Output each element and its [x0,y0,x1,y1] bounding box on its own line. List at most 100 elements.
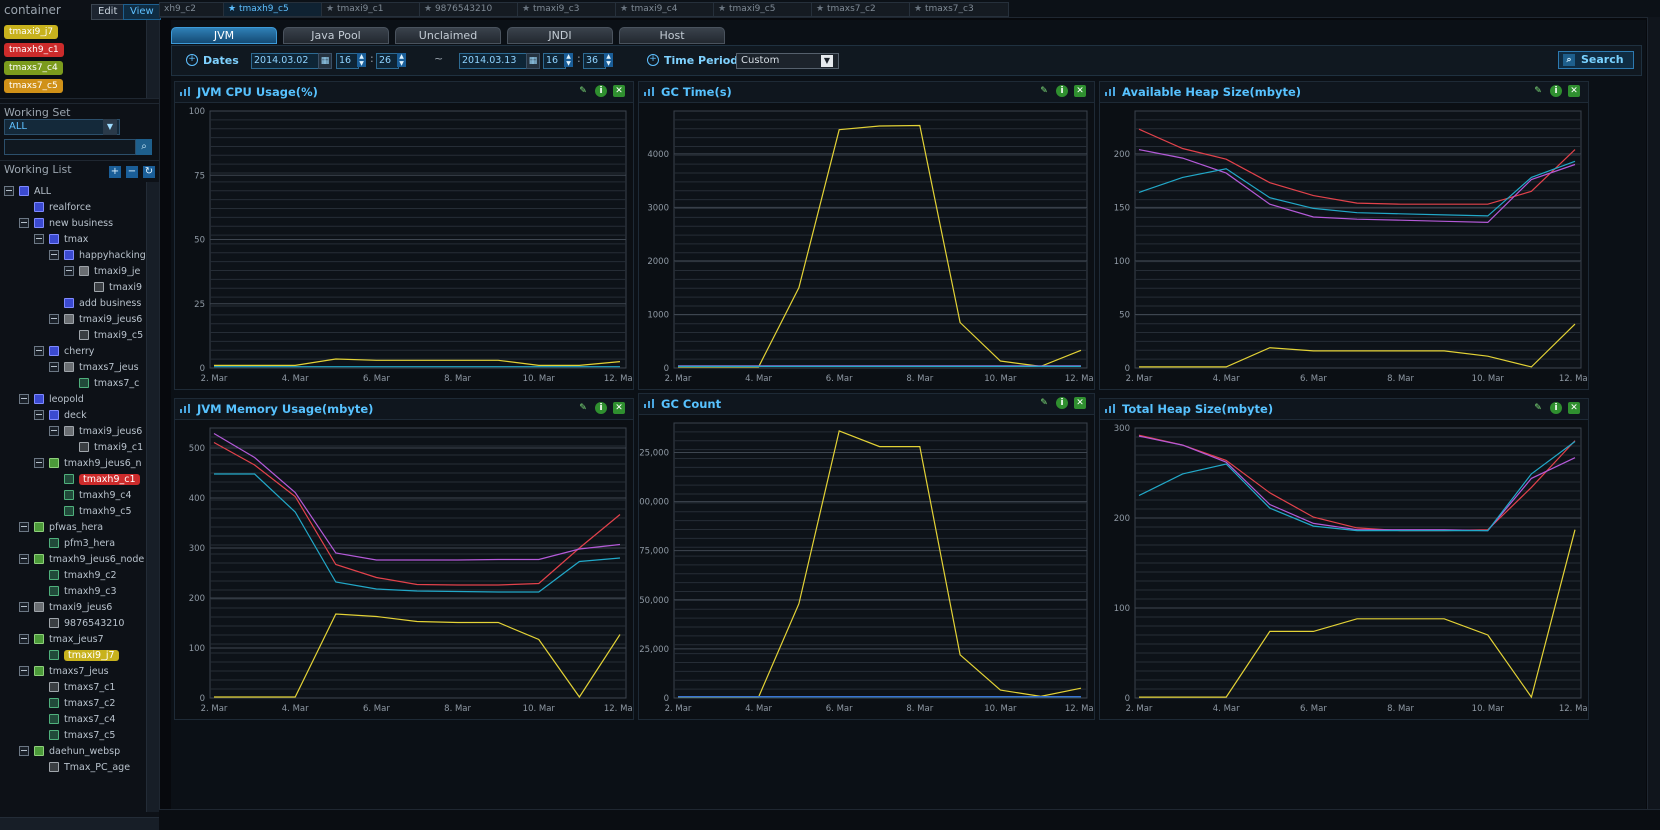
collapse-toggle-icon[interactable] [49,249,59,260]
info-icon[interactable]: i [595,85,607,97]
collapse-toggle-icon[interactable] [19,521,29,532]
container-scrollbar[interactable] [146,20,159,98]
tree-node[interactable]: 9876543210 [49,616,124,632]
tree-node[interactable]: tmaxs7_jeus [49,360,139,376]
tree-node[interactable]: tmaxs7_c4 [49,712,115,728]
close-icon[interactable]: ✕ [1568,85,1580,97]
window-tab[interactable]: ★ tmaxh9_c5 [223,2,323,17]
tree-node[interactable]: tmaxh9_c3 [49,584,117,600]
collapse-toggle-icon[interactable] [49,361,59,372]
to-min-input[interactable]: 36 [583,53,606,69]
tree-node[interactable]: tmax [34,232,88,248]
window-tab[interactable]: xh9_c2 [159,2,225,17]
close-icon[interactable]: ✕ [1568,402,1580,414]
tree-node[interactable]: pfwas_hera [19,520,103,536]
tree-node[interactable]: tmaxs7_c [79,376,139,392]
tree-node[interactable]: deck [34,408,87,424]
to-date-input[interactable]: 2014.03.13 [459,53,527,69]
collapse-toggle-icon[interactable] [4,185,14,196]
close-icon[interactable]: ✕ [1074,397,1086,409]
tree-node[interactable]: tmaxh9_c5 [64,504,132,520]
window-tab[interactable]: ★ tmaxs7_c2 [811,2,911,17]
window-tab[interactable]: ★ 9876543210 [419,2,519,17]
tab-jndi[interactable]: JNDI [507,27,613,44]
to-min-stepper[interactable]: ▲ ▼ [604,53,613,67]
window-tab[interactable]: ★ tmaxi9_c4 [615,2,715,17]
chevron-down-icon[interactable]: ▼ [103,119,117,135]
edit-icon[interactable]: ✎ [577,85,589,97]
info-icon[interactable]: i [595,402,607,414]
add-icon[interactable]: + [109,166,121,178]
window-tab[interactable]: ★ tmaxi9_c1 [321,2,421,17]
collapse-toggle-icon[interactable] [49,425,59,436]
tab-jvm[interactable]: JVM [171,27,277,44]
remove-icon[interactable]: − [126,166,138,178]
edit-icon[interactable]: ✎ [1038,85,1050,97]
collapse-toggle-icon[interactable] [64,265,74,276]
main-scrollbar[interactable] [1647,17,1660,810]
tree-node[interactable]: tmaxi9_jeus6 [19,600,112,616]
view-button[interactable]: View [123,4,161,20]
tree-node[interactable]: add business [64,296,141,312]
container-chip[interactable]: tmaxs7_c4 [4,61,63,75]
tree-node[interactable]: tmaxs7_c5 [49,728,115,744]
calendar-icon[interactable]: ▦ [526,53,540,69]
tree-scrollbar[interactable] [146,182,159,812]
collapse-toggle-icon[interactable] [19,665,29,676]
from-hour-input[interactable]: 16 [336,53,359,69]
search-icon[interactable]: ⌕ [136,139,152,155]
tree-node[interactable]: tmaxh9_jeus6_n [34,456,142,472]
edit-icon[interactable]: ✎ [577,402,589,414]
container-chip[interactable]: tmaxh9_c1 [4,43,64,57]
refresh-icon[interactable]: ↻ [143,166,155,178]
tree-node[interactable]: tmaxh9_c1 [64,472,140,488]
search-button[interactable]: ⌕ Search [1558,51,1634,69]
collapse-toggle-icon[interactable] [19,217,29,228]
tree-node[interactable]: tmaxi9_jeus6 [49,312,142,328]
tab-java-pool[interactable]: Java Pool [283,27,389,44]
tree-node[interactable]: realforce [34,200,91,216]
from-hour-stepper[interactable]: ▲ ▼ [357,53,366,67]
window-tab[interactable]: ★ tmaxi9_c3 [517,2,617,17]
tree-node[interactable]: happyhacking [49,248,146,264]
tree-node[interactable]: tmaxh9_c4 [64,488,132,504]
window-tab[interactable]: ★ tmaxi9_c5 [713,2,813,17]
tree-node[interactable]: tmaxi9 [94,280,142,296]
tree-node[interactable]: tmaxs7_c2 [49,696,115,712]
tab-host[interactable]: Host [619,27,725,44]
tree-node[interactable]: tmaxh9_c2 [49,568,117,584]
tree-node[interactable]: pfm3_hera [49,536,115,552]
collapse-toggle-icon[interactable] [19,393,29,404]
tree-node[interactable]: new business [19,216,113,232]
tree-node[interactable]: tmaxi9_j7 [49,648,119,664]
edit-icon[interactable]: ✎ [1038,397,1050,409]
close-icon[interactable]: ✕ [613,402,625,414]
tree-node[interactable]: ALL [4,184,51,200]
edit-icon[interactable]: ✎ [1532,402,1544,414]
from-min-input[interactable]: 26 [376,53,399,69]
tree-node[interactable]: tmaxh9_jeus6_node [19,552,144,568]
working-set-search-input[interactable] [4,139,136,155]
tree-node[interactable]: cherry [34,344,94,360]
chevron-down-icon[interactable]: ▼ [821,55,833,67]
tree-node[interactable]: tmaxi9_je [64,264,140,280]
from-min-stepper[interactable]: ▲ ▼ [397,53,406,67]
tree-node[interactable]: tmaxs7_c1 [49,680,115,696]
close-icon[interactable]: ✕ [1074,85,1086,97]
tree-node[interactable]: tmaxs7_jeus [19,664,109,680]
collapse-toggle-icon[interactable] [19,553,29,564]
collapse-toggle-icon[interactable] [34,409,44,420]
info-icon[interactable]: i [1056,85,1068,97]
tree-node[interactable]: tmaxi9_c1 [79,440,143,456]
tree-horizontal-scrollbar[interactable] [0,817,159,830]
window-tab[interactable]: ★ tmaxs7_c3 [909,2,1009,17]
collapse-toggle-icon[interactable] [34,233,44,244]
info-icon[interactable]: i [1550,402,1562,414]
tree-node[interactable]: tmaxi9_c5 [79,328,143,344]
container-chip[interactable]: tmaxi9_j7 [4,25,59,39]
container-chip[interactable]: tmaxs7_c5 [4,79,63,93]
from-date-input[interactable]: 2014.03.02 [251,53,319,69]
to-hour-input[interactable]: 16 [543,53,566,69]
collapse-toggle-icon[interactable] [49,313,59,324]
collapse-toggle-icon[interactable] [34,457,44,468]
